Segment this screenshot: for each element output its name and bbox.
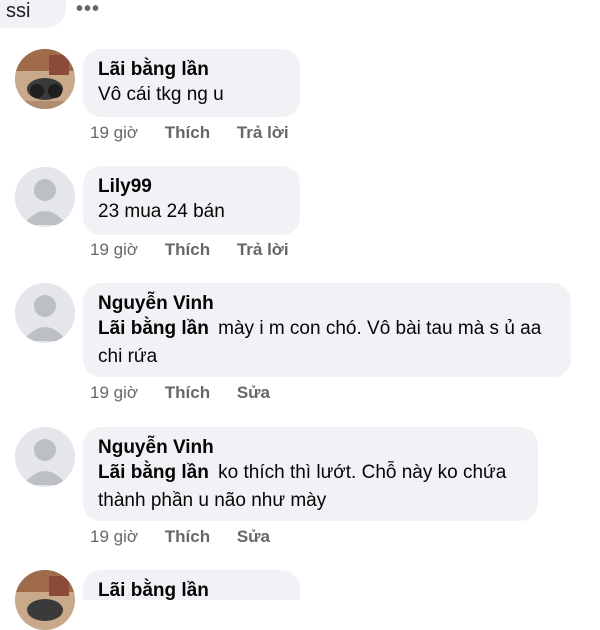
reply-button[interactable]: Trả lời	[237, 240, 289, 259]
comment-time[interactable]: 19 giờ	[90, 123, 138, 142]
mention-link[interactable]: Lãi bằng lần	[98, 318, 209, 339]
avatar[interactable]	[15, 49, 75, 109]
comment-bubble: Lãi bằng lần	[83, 570, 300, 602]
avatar[interactable]	[15, 167, 75, 227]
comment-author[interactable]: Lãi bằng lần	[98, 59, 284, 81]
comment-actions: 19 giờ Thích Sửa	[90, 383, 292, 403]
comment-bubble: Lãi bằng lần Vô cái tkg ng u	[83, 49, 300, 117]
avatar[interactable]	[15, 283, 75, 343]
more-options-icon[interactable]: •••	[76, 0, 100, 21]
comment-body: Lãi bằng lần mày i m con chó. Vô bài tau…	[98, 315, 555, 371]
like-button[interactable]: Thích	[165, 383, 210, 402]
like-button[interactable]: Thích	[165, 123, 210, 142]
comment-bubble: Nguyễn Vinh Lãi bằng lần mày i m con chó…	[83, 283, 571, 377]
edit-button[interactable]: Sửa	[237, 527, 270, 546]
comment-bubble: Nguyễn Vinh Lãi bằng lần ko thích thì lư…	[83, 427, 538, 521]
top-partial-text: ssi	[6, 0, 31, 22]
comment-author[interactable]: Nguyễn Vinh	[98, 437, 522, 459]
comment-bubble: Lily99 23 mua 24 bán	[83, 166, 300, 235]
comment-actions: 19 giờ Thích Sửa	[90, 527, 292, 547]
top-comment-bubble: ssi	[0, 0, 66, 28]
comment-actions: 19 giờ Thích Trả lời	[90, 123, 311, 143]
like-button[interactable]: Thích	[165, 240, 210, 259]
avatar[interactable]	[15, 427, 75, 487]
comment-time[interactable]: 19 giờ	[90, 527, 138, 546]
reply-button[interactable]: Trả lời	[237, 123, 289, 142]
comment-body: Lãi bằng lần ko thích thì lướt. Chỗ này …	[98, 459, 522, 515]
avatar[interactable]	[15, 570, 75, 630]
edit-button[interactable]: Sửa	[237, 383, 270, 402]
comment-author[interactable]: Lily99	[98, 176, 284, 198]
comment-author[interactable]: Nguyễn Vinh	[98, 293, 555, 315]
mention-link[interactable]: Lãi bằng lần	[98, 462, 209, 483]
comment-author[interactable]: Lãi bằng lần	[98, 580, 284, 602]
comment-text: 23 mua 24 bán	[98, 201, 225, 222]
comment-actions: 19 giờ Thích Trả lời	[90, 240, 311, 260]
comment-time[interactable]: 19 giờ	[90, 240, 138, 259]
comment-time[interactable]: 19 giờ	[90, 383, 138, 402]
like-button[interactable]: Thích	[165, 527, 210, 546]
comment-text: Vô cái tkg ng u	[98, 84, 224, 105]
